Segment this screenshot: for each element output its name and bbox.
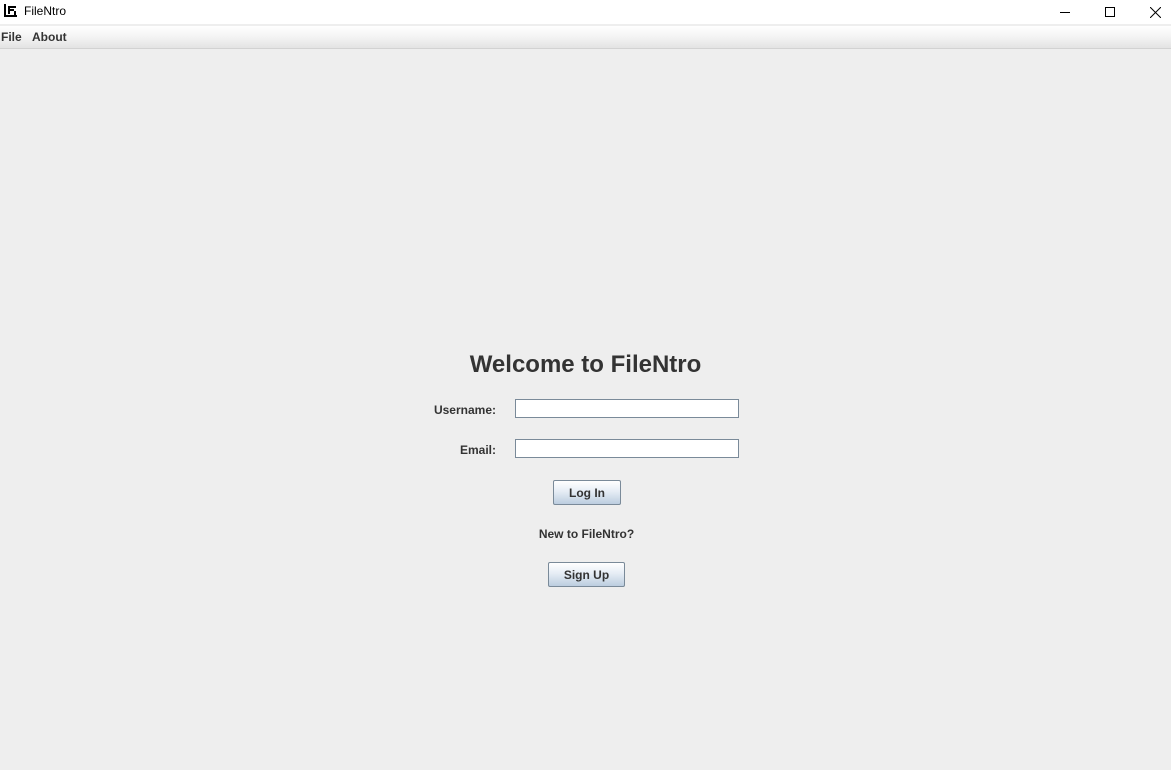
signup-button[interactable]: Sign Up	[548, 562, 625, 587]
menu-about[interactable]: About	[32, 30, 67, 44]
welcome-heading: Welcome to FileNtro	[469, 351, 702, 378]
minimize-button[interactable]	[1042, 0, 1088, 24]
maximize-button[interactable]	[1087, 0, 1133, 24]
username-input[interactable]	[515, 399, 739, 418]
username-label: Username:	[433, 403, 496, 417]
menu-bar: File About	[0, 26, 1171, 49]
menu-file[interactable]: File	[1, 30, 22, 44]
minimize-icon	[1060, 7, 1070, 17]
app-icon	[4, 4, 17, 17]
email-input[interactable]	[515, 439, 739, 458]
new-user-text: New to FileNtro?	[538, 527, 635, 541]
close-icon	[1149, 6, 1161, 18]
login-button[interactable]: Log In	[553, 480, 621, 505]
maximize-icon	[1105, 7, 1115, 17]
window-title: FileNtro	[24, 4, 67, 18]
email-label: Email:	[459, 443, 496, 457]
title-bar[interactable]: FileNtro	[0, 0, 1171, 24]
app-window: FileNtro File About Welcome to FileNtro …	[0, 0, 1171, 770]
close-button[interactable]	[1132, 0, 1171, 24]
